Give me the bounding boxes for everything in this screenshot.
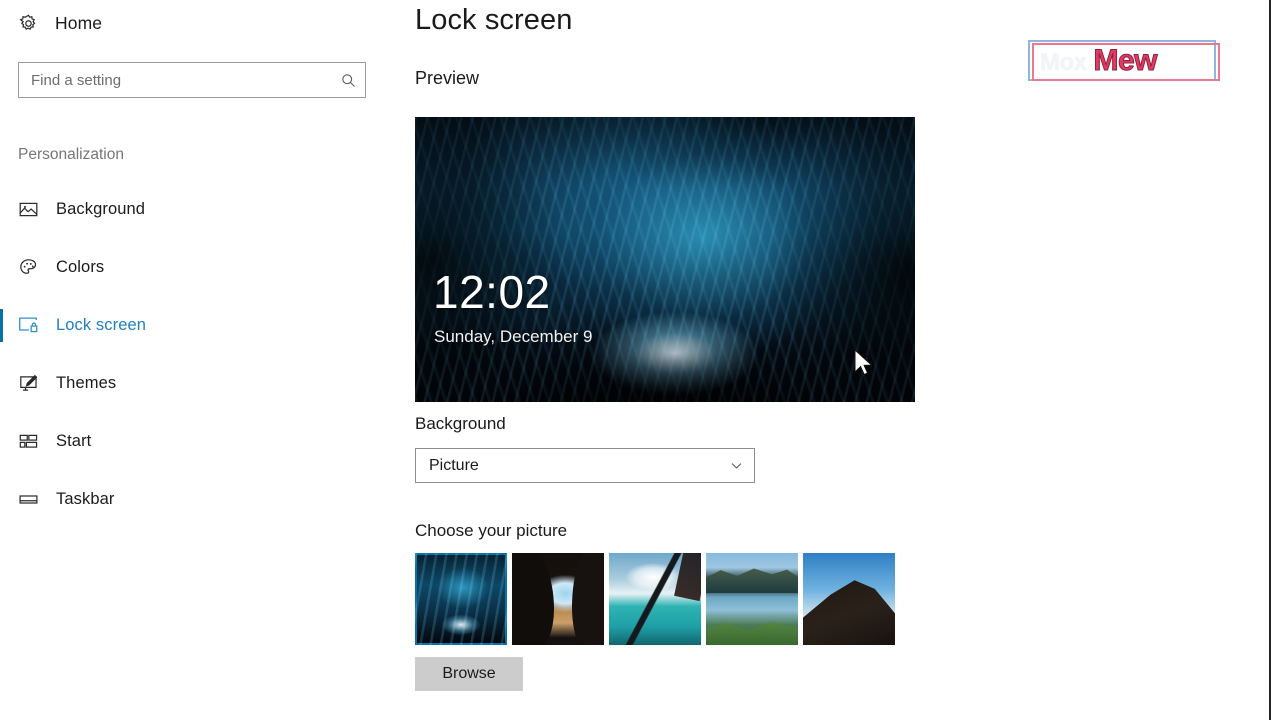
sidebar-item-start-label: Start — [56, 431, 92, 450]
picture-icon — [16, 197, 40, 221]
choose-picture-label: Choose your picture — [415, 521, 568, 540]
picture-thumbnail-ridge-clouds[interactable] — [803, 553, 895, 645]
selection-accent-bar — [0, 367, 3, 400]
watermark-faded-text: Mox — [1040, 49, 1087, 76]
sidebar-group-title: Personalization — [18, 146, 124, 163]
preview-wallpaper-image — [415, 117, 915, 402]
settings-sidebar: Home Personalization — [0, 0, 390, 720]
sidebar-item-start[interactable]: Start — [0, 421, 390, 461]
sidebar-item-themes-label: Themes — [56, 373, 117, 392]
sidebar-item-lock-screen[interactable]: Lock screen — [0, 305, 390, 345]
selection-accent-bar — [0, 483, 3, 516]
preview-date: Sunday, December 9 — [434, 327, 593, 346]
picture-thumbnail-row — [415, 553, 895, 645]
browse-button[interactable]: Browse — [415, 657, 523, 691]
frame-edge-right — [1269, 0, 1280, 720]
sidebar-item-home[interactable]: Home — [17, 7, 102, 39]
sidebar-item-themes[interactable]: Themes — [0, 363, 390, 403]
search-icon[interactable] — [331, 63, 365, 97]
picture-thumbnail-turquoise-sea[interactable] — [609, 553, 701, 645]
selection-accent-bar — [0, 425, 3, 458]
sidebar-item-colors[interactable]: Colors — [0, 247, 390, 287]
sidebar-item-taskbar-label: Taskbar — [56, 489, 115, 508]
watermark-logo: Mox Mew — [1028, 40, 1220, 84]
picture-thumbnail-beach-cave[interactable] — [512, 553, 604, 645]
search-input[interactable] — [19, 63, 331, 97]
background-type-dropdown[interactable]: Picture — [415, 448, 755, 483]
preview-clock: 12:02 — [433, 266, 551, 318]
settings-window: Home Personalization — [0, 0, 1280, 720]
sidebar-item-colors-label: Colors — [56, 257, 105, 276]
watermark-bold-text: Mew — [1093, 44, 1158, 78]
picture-thumbnail-mountain-lake[interactable] — [706, 553, 798, 645]
background-type-value: Picture — [429, 456, 479, 474]
mouse-pointer-icon — [853, 348, 875, 379]
start-tiles-icon — [16, 429, 40, 453]
sidebar-item-lock-screen-label: Lock screen — [56, 315, 147, 334]
lock-screen-preview[interactable]: 12:02 Sunday, December 9 — [415, 117, 915, 402]
brush-monitor-icon — [16, 371, 40, 395]
sidebar-nav-list: Background Colors Lock screen Themes Sta… — [0, 189, 390, 537]
preview-section-label: Preview — [415, 68, 480, 88]
sidebar-item-taskbar[interactable]: Taskbar — [0, 479, 390, 519]
background-field-label: Background — [415, 414, 506, 433]
picture-thumbnail-ice-cave[interactable] — [415, 553, 507, 645]
chevron-down-icon[interactable] — [718, 449, 754, 482]
sidebar-item-background-label: Background — [56, 199, 146, 218]
selection-accent-bar — [0, 193, 3, 226]
monitor-lock-icon — [16, 313, 40, 337]
watermark-text: Mox Mew — [1040, 44, 1158, 80]
page-title: Lock screen — [415, 4, 573, 36]
search-setting-box[interactable] — [18, 62, 366, 98]
taskbar-icon — [16, 487, 40, 511]
selection-accent-bar — [0, 309, 3, 342]
palette-icon — [16, 255, 40, 279]
selection-accent-bar — [0, 251, 3, 284]
gear-icon — [17, 12, 39, 34]
main-content: Lock screen Preview 12:02 Sunday, Decemb… — [390, 0, 1270, 720]
sidebar-item-home-label: Home — [55, 12, 103, 33]
sidebar-item-background[interactable]: Background — [0, 189, 390, 229]
